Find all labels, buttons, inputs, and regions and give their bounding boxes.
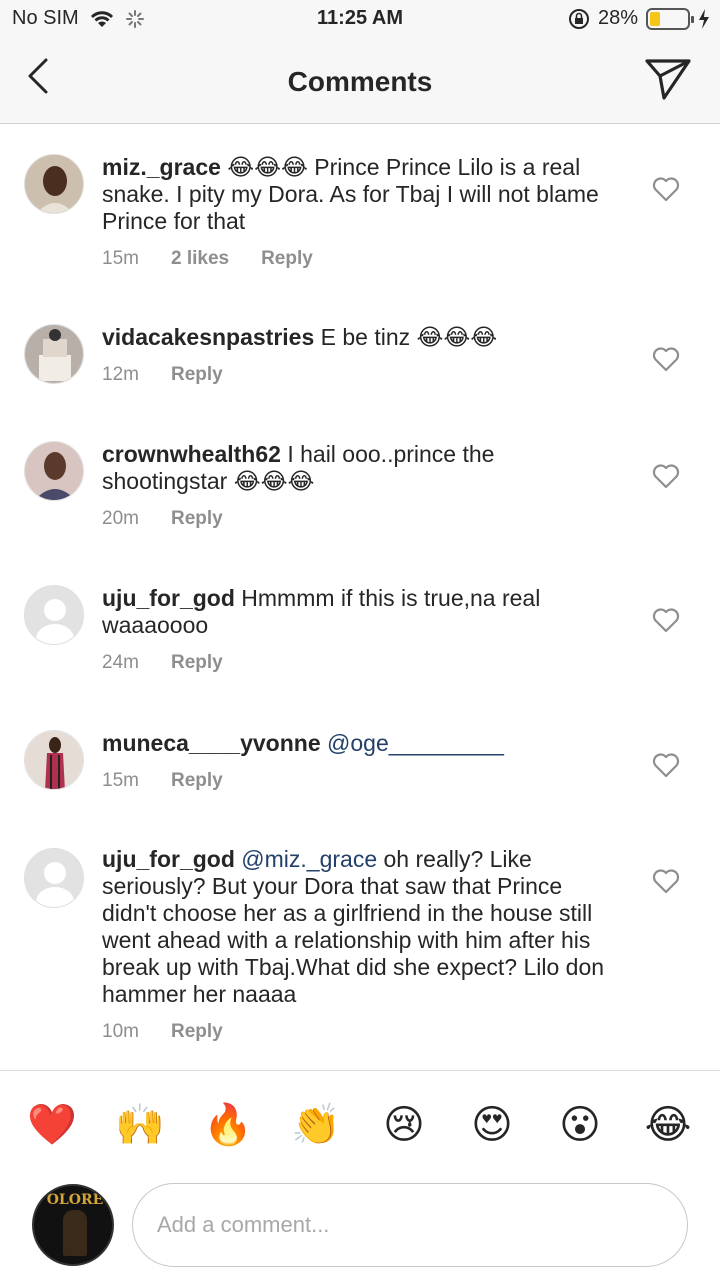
- mention-link[interactable]: @oge_________: [321, 730, 504, 756]
- avatar[interactable]: [24, 730, 84, 790]
- avatar-logo-text: OLORE: [46, 1192, 104, 1208]
- comment-time: 24m: [102, 652, 139, 673]
- reaction-clap[interactable]: 👏: [286, 1101, 346, 1148]
- comment-text: uju_for_god @miz._grace oh really? Like …: [102, 846, 622, 1008]
- reaction-surprised[interactable]: 😮: [550, 1102, 610, 1148]
- avatar-placeholder-head: [44, 599, 66, 621]
- battery-percent: 28%: [597, 7, 638, 29]
- reply-button[interactable]: Reply: [171, 652, 223, 674]
- avatar[interactable]: [24, 441, 84, 501]
- comment-item: vidacakesnpastries E be tinz 😂😂😂 12m Rep…: [0, 324, 720, 404]
- comment-item: uju_for_god Hmmmm if this is true,na rea…: [0, 585, 720, 685]
- status-right: 28%: [568, 7, 710, 30]
- comment-input[interactable]: [132, 1183, 688, 1267]
- comment-meta: 10m Reply: [102, 1021, 223, 1043]
- comment-username[interactable]: crownwhealth62: [102, 441, 281, 467]
- comment-meta: 15m Reply: [102, 770, 223, 792]
- comment-username[interactable]: uju_for_god: [102, 846, 235, 872]
- heart-icon[interactable]: [652, 463, 680, 489]
- comment-username[interactable]: vidacakesnpastries: [102, 324, 314, 350]
- comment-time: 12m: [102, 364, 139, 385]
- orientation-lock-icon: [568, 8, 589, 29]
- avatar-placeholder-body: [36, 887, 74, 907]
- comment-meta: 12m Reply: [102, 364, 223, 386]
- likes-count[interactable]: 2 likes: [171, 248, 229, 270]
- reaction-raised-hands[interactable]: 🙌: [110, 1101, 170, 1148]
- heart-icon[interactable]: [652, 868, 680, 894]
- battery-icon: [646, 7, 694, 30]
- avatar-photo: [25, 155, 83, 213]
- comment-text: crownwhealth62 I hail ooo..prince the sh…: [102, 441, 622, 495]
- avatar[interactable]: [24, 848, 84, 908]
- reaction-crying[interactable]: 😢: [374, 1102, 434, 1148]
- reaction-laughing[interactable]: 😂: [638, 1102, 698, 1148]
- comment-body: E be tinz 😂😂😂: [314, 324, 498, 350]
- reaction-fire[interactable]: 🔥: [198, 1101, 258, 1148]
- comment-username[interactable]: uju_for_god: [102, 585, 235, 611]
- avatar[interactable]: [24, 324, 84, 384]
- comment-meta: 20m Reply: [102, 508, 223, 530]
- comment-username[interactable]: muneca____yvonne: [102, 730, 321, 756]
- comment-username[interactable]: miz._grace: [102, 154, 221, 180]
- comment-item: miz._grace 😂😂😂 Prince Prince Lilo is a r…: [0, 152, 720, 292]
- reply-button[interactable]: Reply: [171, 770, 223, 792]
- comment-item: crownwhealth62 I hail ooo..prince the sh…: [0, 441, 720, 541]
- comment-composer: OLORE: [0, 1178, 720, 1280]
- comments-header: Comments: [0, 40, 720, 124]
- avatar[interactable]: [24, 154, 84, 214]
- avatar-placeholder-head: [44, 862, 66, 884]
- battery-fill: [650, 11, 661, 26]
- heart-icon[interactable]: [652, 176, 680, 202]
- send-icon: [645, 59, 691, 100]
- page-title: Comments: [287, 66, 433, 97]
- heart-icon[interactable]: [652, 607, 680, 633]
- comments-list[interactable]: miz._grace 😂😂😂 Prince Prince Lilo is a r…: [0, 124, 720, 1070]
- reaction-heart[interactable]: ❤️: [22, 1101, 82, 1148]
- heart-icon[interactable]: [652, 752, 680, 778]
- charging-icon: [699, 8, 709, 29]
- reply-button[interactable]: Reply: [171, 1021, 223, 1043]
- comment-time: 15m: [102, 770, 139, 791]
- comment-time: 20m: [102, 508, 139, 529]
- comment-item: muneca____yvonne @oge_________ 15m Reply: [0, 730, 720, 810]
- my-avatar: OLORE: [32, 1184, 114, 1266]
- avatar-figure: [63, 1210, 87, 1256]
- reaction-heart-eyes[interactable]: 😍: [462, 1102, 522, 1148]
- reply-button[interactable]: Reply: [171, 364, 223, 386]
- heart-icon[interactable]: [652, 346, 680, 372]
- avatar[interactable]: [24, 585, 84, 645]
- comment-text: muneca____yvonne @oge_________: [102, 730, 622, 757]
- share-button[interactable]: [644, 56, 692, 102]
- avatar-placeholder-body: [36, 624, 74, 644]
- status-bar: No SIM 11:25 AM 28%: [0, 0, 720, 40]
- comment-item: uju_for_god @miz._grace oh really? Like …: [0, 846, 720, 1066]
- comment-text: vidacakesnpastries E be tinz 😂😂😂: [102, 324, 622, 351]
- avatar-photo: [25, 325, 83, 383]
- mention-link[interactable]: @miz._grace: [235, 846, 377, 872]
- avatar-photo: [25, 731, 83, 789]
- comment-time: 10m: [102, 1021, 139, 1042]
- comment-time: 15m: [102, 248, 139, 269]
- quick-reactions-bar: ❤️ 🙌 🔥 👏 😢 😍 😮 😂: [0, 1070, 720, 1178]
- avatar-photo: [25, 442, 83, 500]
- reply-button[interactable]: Reply: [171, 508, 223, 530]
- comment-meta: 24m Reply: [102, 652, 223, 674]
- comment-text: miz._grace 😂😂😂 Prince Prince Lilo is a r…: [102, 154, 622, 235]
- comment-meta: 15m 2 likes Reply: [102, 248, 313, 270]
- comment-text: uju_for_god Hmmmm if this is true,na rea…: [102, 585, 622, 639]
- reply-button[interactable]: Reply: [261, 248, 313, 270]
